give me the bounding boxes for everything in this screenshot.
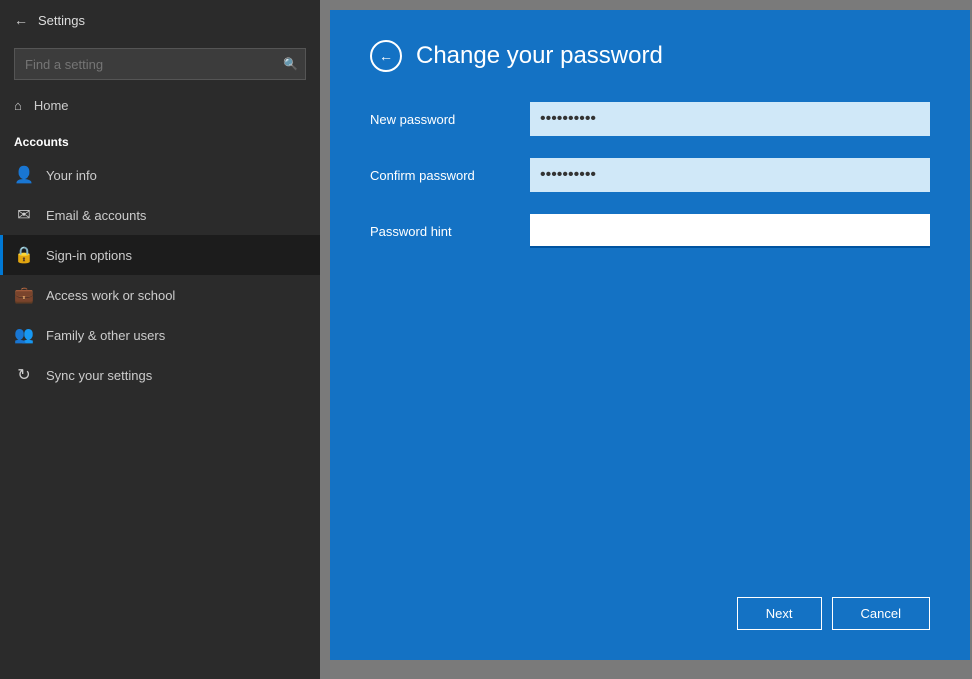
sidebar-item-email-accounts-label: Email & accounts (46, 208, 146, 223)
your-info-icon: 👤 (14, 165, 34, 185)
dialog-title: Change your password (416, 42, 663, 70)
sidebar-item-sign-in-label: Sign-in options (46, 248, 132, 263)
sidebar-header: ← Settings (0, 0, 320, 40)
confirm-password-row: Confirm password (370, 158, 930, 192)
sidebar: ← Settings 🔍 ⌂ Home Accounts 👤 Your info… (0, 0, 320, 679)
sidebar-item-sync-settings[interactable]: ↻ Sync your settings (0, 355, 320, 395)
sidebar-item-your-info[interactable]: 👤 Your info (0, 155, 320, 195)
sidebar-item-family-other-users[interactable]: 👥 Family & other users (0, 315, 320, 355)
sidebar-item-your-info-label: Your info (46, 168, 97, 183)
search-input[interactable] (14, 48, 306, 80)
sidebar-item-access-work-school[interactable]: 💼 Access work or school (0, 275, 320, 315)
sidebar-item-email-accounts[interactable]: ✉ Email & accounts (0, 195, 320, 235)
dialog-footer: Next Cancel (737, 597, 930, 630)
dialog-title-row: ← Change your password (370, 40, 930, 72)
new-password-input[interactable] (530, 102, 930, 136)
next-button[interactable]: Next (737, 597, 822, 630)
cancel-button[interactable]: Cancel (832, 597, 930, 630)
new-password-label: New password (370, 112, 530, 127)
password-hint-row: Password hint (370, 214, 930, 248)
home-icon: ⌂ (14, 98, 22, 113)
password-hint-input[interactable] (530, 214, 930, 248)
confirm-password-input[interactable] (530, 158, 930, 192)
sync-icon: ↻ (14, 365, 34, 385)
password-hint-label: Password hint (370, 224, 530, 239)
confirm-password-label: Confirm password (370, 168, 530, 183)
sidebar-item-home-label: Home (34, 98, 69, 113)
sidebar-item-sign-in-options[interactable]: 🔒 Sign-in options (0, 235, 320, 275)
email-icon: ✉ (14, 205, 34, 225)
sidebar-section-label: Accounts (0, 123, 320, 155)
sign-in-icon: 🔒 (14, 245, 34, 265)
search-box: 🔍 (14, 48, 306, 80)
sidebar-item-access-work-school-label: Access work or school (46, 288, 175, 303)
sidebar-title: Settings (38, 13, 85, 28)
sidebar-item-home[interactable]: ⌂ Home (0, 88, 320, 123)
dialog-back-button[interactable]: ← (370, 40, 402, 72)
dialog-panel: ← Change your password New password Conf… (330, 10, 970, 660)
family-icon: 👥 (14, 325, 34, 345)
work-icon: 💼 (14, 285, 34, 305)
back-icon[interactable]: ← (14, 12, 28, 28)
main-content: ← Change your password New password Conf… (320, 0, 972, 679)
sidebar-item-sync-settings-label: Sync your settings (46, 368, 152, 383)
new-password-row: New password (370, 102, 930, 136)
dialog-back-icon: ← (379, 48, 393, 64)
search-icon: 🔍 (283, 57, 298, 71)
sidebar-item-family-other-users-label: Family & other users (46, 328, 165, 343)
